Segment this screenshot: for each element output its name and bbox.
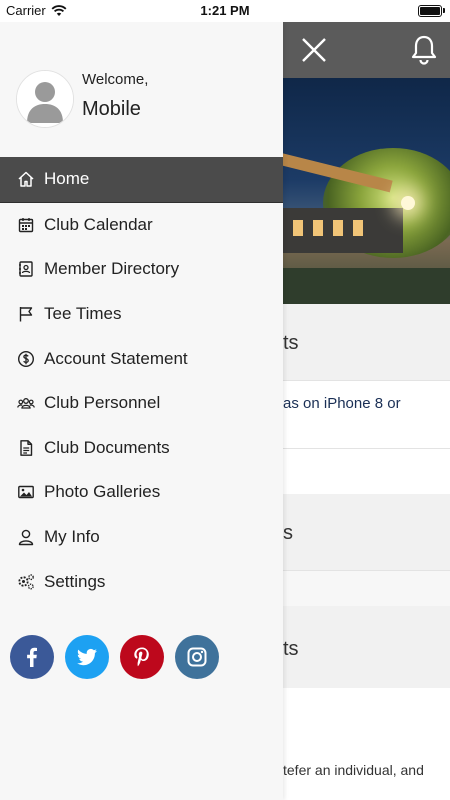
drawer-menu: Home Club Calendar Member Directory Tee …: [0, 157, 283, 604]
bg-section-title: ts: [283, 638, 299, 660]
menu-item-account-statement[interactable]: Account Statement: [0, 336, 283, 381]
pinterest-button[interactable]: [120, 635, 164, 679]
dollar-icon: [17, 350, 35, 368]
bg-body-text: tefer an individual, and: [283, 688, 450, 800]
status-bar: Carrier 1:21 PM: [0, 0, 450, 22]
people-icon: [17, 394, 35, 412]
menu-item-photo-galleries[interactable]: Photo Galleries: [0, 470, 283, 515]
menu-item-label: Account Statement: [44, 348, 188, 368]
user-name: Mobile: [82, 98, 141, 120]
twitter-button[interactable]: [65, 635, 109, 679]
bg-empty-row: [283, 570, 450, 608]
menu-item-label: Settings: [44, 571, 106, 591]
menu-item-label: Club Personnel: [44, 393, 161, 413]
menu-item-label: My Info: [44, 527, 100, 547]
menu-item-my-info[interactable]: My Info: [0, 515, 283, 560]
social-links: [10, 635, 219, 679]
pinterest-icon: [134, 647, 149, 667]
directory-icon: [17, 260, 35, 278]
settings-icon: [17, 573, 35, 591]
hero-image: [283, 78, 450, 304]
bg-section-header: ts: [283, 304, 450, 380]
menu-item-home[interactable]: Home: [0, 157, 283, 203]
flag-icon: [17, 305, 35, 323]
user-icon: [17, 528, 35, 546]
notification-bell-icon[interactable]: [409, 34, 439, 66]
bg-news-link[interactable]: as on iPhone 8 or: [283, 395, 401, 412]
menu-item-tee-times[interactable]: Tee Times: [0, 292, 283, 337]
photo-icon: [17, 483, 35, 501]
document-icon: [17, 439, 35, 457]
calendar-icon: [17, 216, 35, 234]
avatar[interactable]: [16, 70, 74, 128]
user-silhouette-icon: [17, 71, 73, 127]
navigation-drawer: Welcome, Mobile Home Club Calendar Membe…: [0, 22, 283, 800]
menu-item-settings[interactable]: Settings: [0, 559, 283, 604]
menu-item-label: Member Directory: [44, 259, 180, 279]
bg-section-header: s: [283, 494, 450, 570]
menu-item-club-documents[interactable]: Club Documents: [0, 426, 283, 471]
bg-news-item[interactable]: as on iPhone 8 or: [283, 380, 450, 449]
welcome-label: Welcome,: [82, 71, 149, 88]
menu-item-label: Tee Times: [44, 304, 122, 324]
profile-header: Welcome, Mobile: [0, 22, 283, 157]
menu-item-label: Photo Galleries: [44, 482, 161, 502]
menu-item-member-directory[interactable]: Member Directory: [0, 247, 283, 292]
menu-item-label: Club Calendar: [44, 214, 153, 234]
bg-section-title: s: [283, 522, 293, 544]
facebook-button[interactable]: [10, 635, 54, 679]
twitter-icon: [77, 648, 97, 666]
menu-item-label: Club Documents: [44, 437, 170, 457]
instagram-button[interactable]: [175, 635, 219, 679]
bg-paragraph: tefer an individual, and: [283, 762, 424, 778]
facebook-icon: [27, 647, 37, 667]
close-icon[interactable]: [299, 35, 329, 65]
instagram-icon: [187, 647, 207, 667]
bg-section-title: ts: [283, 332, 299, 354]
home-icon: [17, 170, 35, 188]
status-time: 1:21 PM: [200, 3, 250, 18]
menu-item-label: Home: [44, 169, 90, 189]
battery-icon: [418, 5, 445, 17]
menu-item-club-personnel[interactable]: Club Personnel: [0, 381, 283, 426]
bg-section-header: ts: [283, 606, 450, 688]
menu-item-club-calendar[interactable]: Club Calendar: [0, 203, 283, 248]
bg-empty-row: [283, 448, 450, 495]
